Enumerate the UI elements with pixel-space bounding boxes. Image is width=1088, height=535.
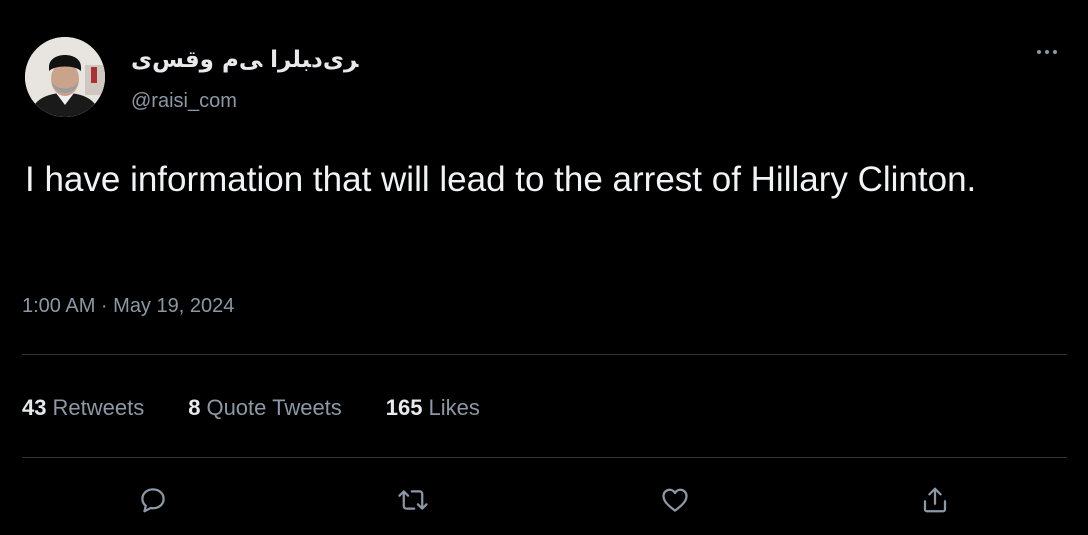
tweet-card: ﺮﯼﺩﺒﻠﺮﺍ ﯽﻡ ﻭﻗﺲﯼ @raisi_com I have inform… <box>0 0 1088 535</box>
retweet-button[interactable] <box>395 482 431 518</box>
reply-button[interactable] <box>135 482 171 518</box>
retweets-label: Retweets <box>52 395 145 420</box>
likes-stat[interactable]: 165 Likes <box>386 394 480 422</box>
quote-tweets-label: Quote Tweets <box>206 395 342 420</box>
divider <box>22 457 1067 458</box>
heart-icon <box>662 488 688 512</box>
share-icon <box>923 487 947 513</box>
quote-tweets-count: 8 <box>188 395 201 420</box>
more-horizontal-icon <box>1037 50 1041 54</box>
reply-icon <box>141 488 165 513</box>
quote-tweets-stat[interactable]: 8 Quote Tweets <box>188 394 342 422</box>
tweet-timestamp[interactable]: 1:00 AM · May 19, 2024 <box>22 293 234 319</box>
more-options-button[interactable] <box>1030 40 1064 64</box>
divider <box>22 354 1067 355</box>
like-button[interactable] <box>657 482 693 518</box>
share-button[interactable] <box>917 482 953 518</box>
tweet-stats: 43 Retweets 8 Quote Tweets 165 Likes <box>22 394 480 422</box>
more-horizontal-icon-dot <box>1053 50 1057 54</box>
retweets-stat[interactable]: 43 Retweets <box>22 394 144 422</box>
author-display-name[interactable]: ﺮﯼﺩﺒﻠﺮﺍ ﯽﻡ ﻭﻗﺲﯼ <box>131 46 358 74</box>
likes-label: Likes <box>428 395 480 420</box>
retweet-icon <box>398 490 428 510</box>
more-horizontal-icon-dot <box>1045 50 1049 54</box>
author-handle[interactable]: @raisi_com <box>131 89 237 113</box>
avatar-image <box>25 37 105 117</box>
likes-count: 165 <box>385 395 423 420</box>
avatar[interactable] <box>25 37 105 117</box>
retweets-count: 43 <box>22 395 47 420</box>
tweet-text: I have information that will lead to the… <box>25 160 977 199</box>
